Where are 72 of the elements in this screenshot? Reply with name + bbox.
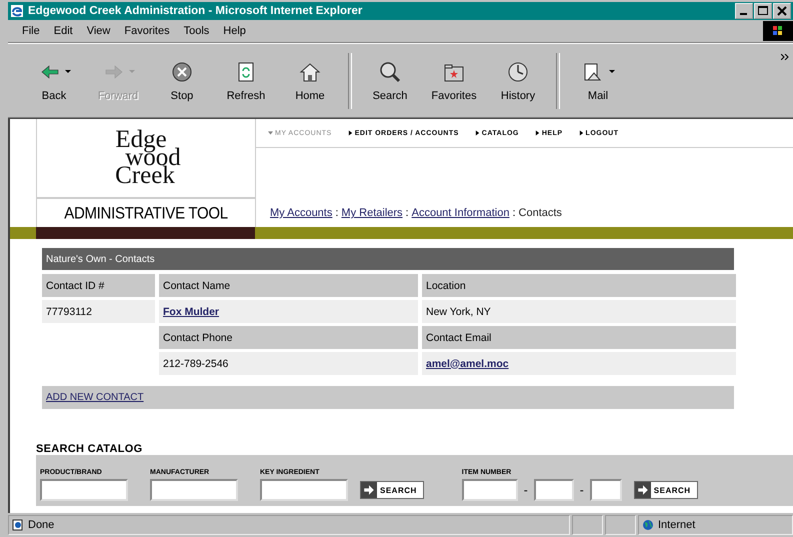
- globe-icon: [642, 519, 654, 531]
- zone-text: Internet: [658, 519, 696, 531]
- input-field[interactable]: [40, 479, 128, 501]
- input-field[interactable]: [150, 479, 238, 501]
- status-pane: [572, 515, 603, 535]
- logo: Edge wood Creek: [37, 119, 255, 199]
- column-label: Contact ID #: [42, 274, 155, 297]
- toolbar-button[interactable]: Favorites: [422, 60, 486, 102]
- right-triangle-icon: [578, 130, 584, 136]
- down-triangle-icon: [268, 130, 273, 136]
- menu-item[interactable]: Edit: [54, 25, 73, 37]
- toolbar-button[interactable]: Mail: [566, 60, 630, 102]
- input-field[interactable]: [462, 479, 518, 501]
- search-button[interactable]: SEARCH: [360, 481, 424, 499]
- input-field[interactable]: [590, 479, 622, 501]
- breadcrumb-separator: :: [512, 207, 516, 219]
- page-icon: [12, 519, 24, 531]
- search-icon: [378, 60, 402, 82]
- separator-text: -: [580, 483, 584, 497]
- breadcrumb-link[interactable]: My Accounts: [270, 207, 332, 219]
- input-field[interactable]: [260, 479, 348, 501]
- menu-item[interactable]: Favorites: [124, 25, 170, 37]
- right-triangle-icon: [474, 130, 480, 136]
- toolbar-button[interactable]: Back: [22, 60, 86, 102]
- stop-icon: [170, 60, 194, 82]
- arrow-icon: [361, 482, 377, 498]
- breadcrumb-separator: :: [335, 207, 338, 219]
- status-pane: [605, 515, 636, 535]
- minimize-icon[interactable]: [735, 3, 753, 19]
- menu-item[interactable]: View: [86, 25, 110, 37]
- contact-link[interactable]: Fox Mulder: [163, 306, 220, 318]
- app-subtitle: ADMINISTRATIVE TOOL: [63, 202, 229, 224]
- column-label: Location: [422, 274, 736, 297]
- toolbar-button[interactable]: Home: [278, 60, 342, 102]
- table-cell: 77793112: [42, 300, 155, 323]
- home-icon: [298, 60, 322, 82]
- toolbar-button[interactable]: History: [486, 60, 550, 102]
- toolbar-button[interactable]: Search: [358, 60, 422, 102]
- toolbar-button[interactable]: Stop: [150, 60, 214, 102]
- column-label: Contact Phone: [159, 326, 418, 349]
- separator-text: -: [524, 483, 528, 497]
- history-icon: [506, 60, 530, 82]
- breadcrumb-link[interactable]: My Retailers: [341, 207, 403, 219]
- windows-logo-icon: [763, 21, 793, 41]
- menu-item[interactable]: Tools: [184, 25, 210, 37]
- caret-icon[interactable]: [608, 70, 614, 74]
- maximize-icon[interactable]: [754, 3, 772, 19]
- table-title: Nature's Own - Contacts: [42, 248, 734, 270]
- table-cell: New York, NY: [422, 300, 736, 323]
- caret-icon[interactable]: [64, 70, 70, 74]
- right-triangle-icon: [534, 130, 540, 136]
- menu-item[interactable]: Help: [223, 25, 246, 37]
- column-label: Contact Name: [159, 274, 418, 297]
- arrow-icon: [634, 482, 651, 498]
- breadcrumb-current: Contacts: [518, 207, 562, 219]
- section-title: SEARCH CATALOG: [36, 443, 144, 455]
- close-icon[interactable]: [773, 3, 791, 19]
- toolbar-button[interactable]: Refresh: [214, 60, 278, 102]
- browser-icon: [10, 4, 24, 18]
- right-triangle-icon: [348, 130, 353, 136]
- breadcrumb-separator: :: [406, 207, 409, 219]
- input-field[interactable]: [534, 479, 574, 501]
- add-contact-link[interactable]: ADD NEW CONTACT: [46, 392, 144, 403]
- breadcrumb-link[interactable]: Account Information: [412, 207, 510, 219]
- chevron-icon[interactable]: [781, 54, 789, 60]
- column-label: Contact Email: [422, 326, 736, 349]
- status-text: Done: [28, 519, 54, 531]
- table-cell: 212-789-2546: [159, 352, 418, 375]
- contact-link[interactable]: amel@amel.moc: [426, 358, 509, 370]
- search-button[interactable]: SEARCH: [634, 481, 698, 499]
- menu-item[interactable]: File: [22, 25, 40, 37]
- window-title: Edgewood Creek Administration - Microsoft Internet Explorer: [28, 5, 362, 17]
